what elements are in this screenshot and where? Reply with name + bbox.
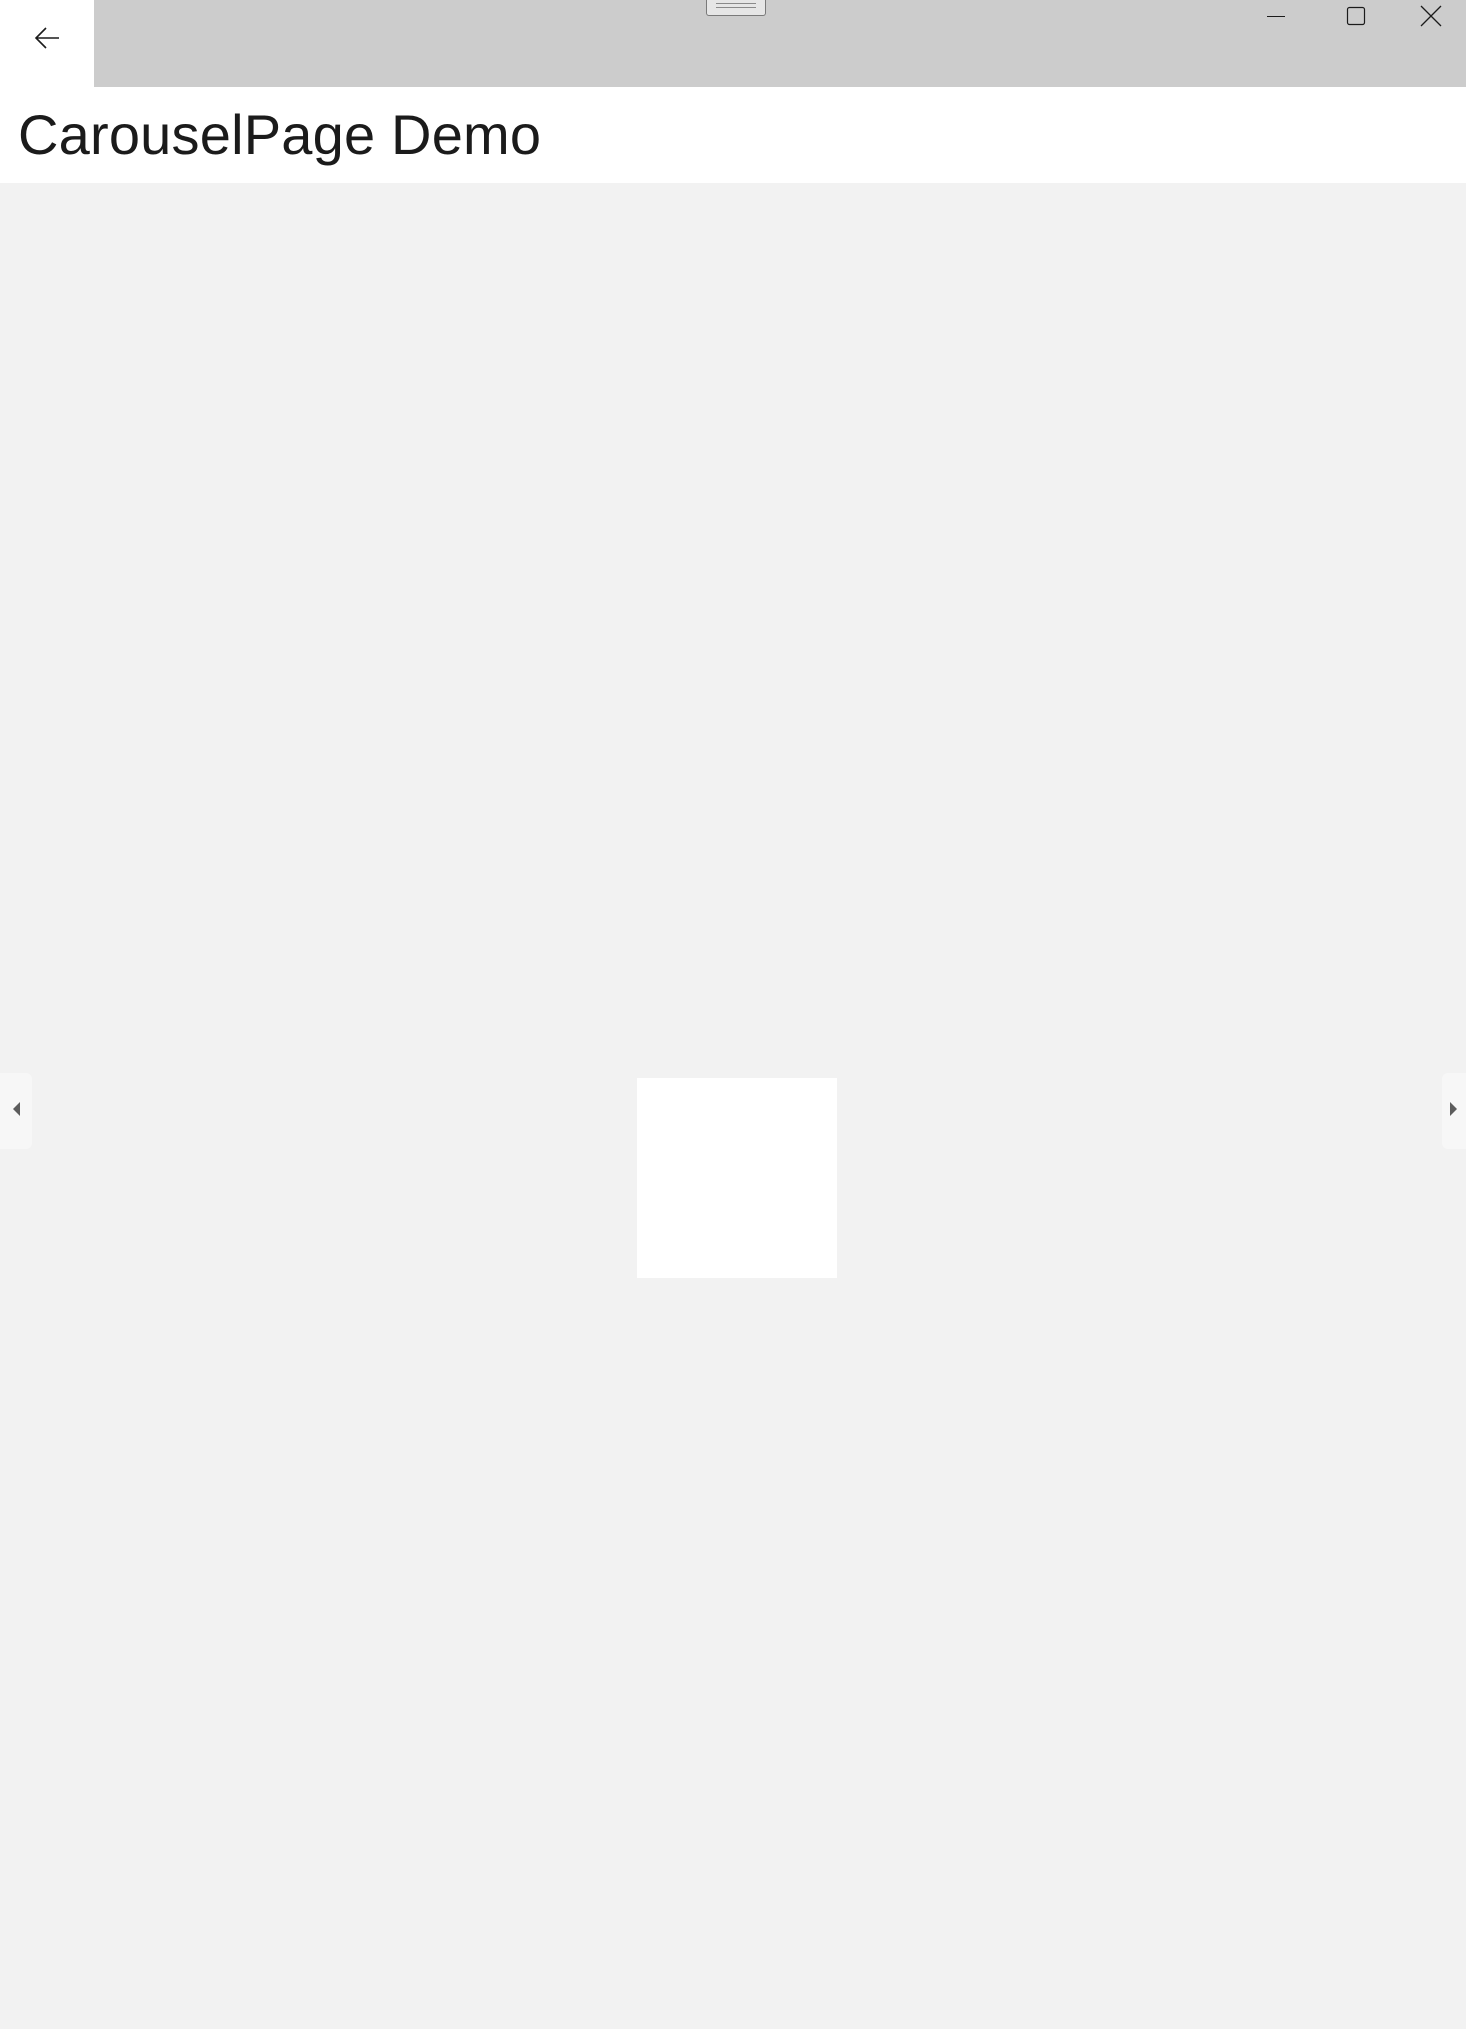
previous-page-button[interactable] [0, 1073, 32, 1149]
maximize-icon [1346, 6, 1366, 30]
page-title: CarouselPage Demo [18, 103, 542, 166]
caret-left-icon [10, 1100, 22, 1122]
caret-right-icon [1448, 1100, 1460, 1122]
minimize-button[interactable] [1236, 0, 1316, 36]
carousel-page[interactable] [0, 183, 1466, 2029]
drag-handle-icon[interactable] [706, 0, 766, 16]
arrow-left-icon [33, 24, 61, 56]
page-header: CarouselPage Demo [0, 87, 1466, 183]
maximize-button[interactable] [1316, 0, 1396, 36]
back-button[interactable] [0, 0, 94, 87]
close-icon [1420, 5, 1442, 31]
carousel-item-box [637, 1078, 837, 1278]
close-button[interactable] [1396, 0, 1466, 36]
minimize-icon [1266, 6, 1286, 30]
title-bar[interactable] [0, 0, 1466, 87]
next-page-button[interactable] [1442, 1073, 1466, 1149]
